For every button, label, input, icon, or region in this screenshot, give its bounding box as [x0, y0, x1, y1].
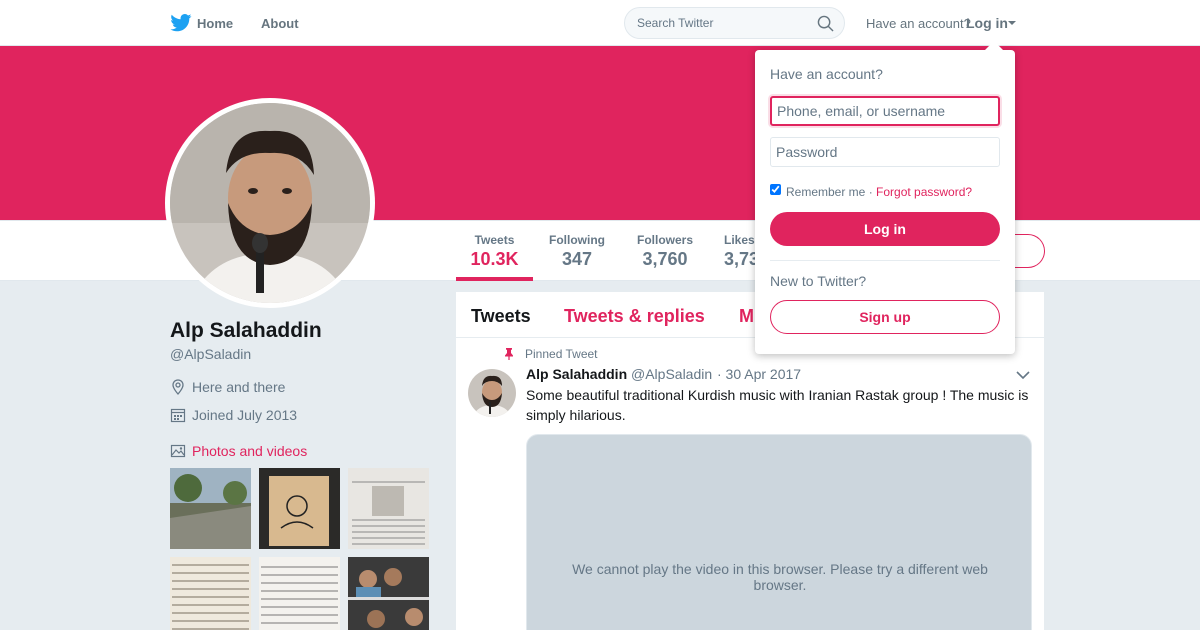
- stat-value: 10.3K: [470, 249, 519, 269]
- search-input[interactable]: Search Twitter: [624, 7, 845, 39]
- stat-label: Following: [549, 233, 605, 247]
- nav-about-link[interactable]: About: [261, 16, 299, 31]
- media-thumbnail[interactable]: [259, 468, 340, 549]
- tweet-author-name[interactable]: Alp Salahaddin: [526, 366, 627, 382]
- stat-value: 347: [561, 249, 593, 269]
- pinned-tweet-label: Pinned Tweet: [525, 347, 598, 361]
- dropdown-title: Have an account?: [770, 66, 883, 82]
- stat-label: Tweets: [474, 233, 515, 247]
- pin-icon: [505, 348, 513, 360]
- login-button[interactable]: Log in: [770, 212, 1000, 246]
- dropdown-arrow: [985, 41, 1003, 50]
- search-placeholder: Search Twitter: [637, 16, 714, 30]
- top-nav: Home About Search Twitter Have an accoun…: [0, 0, 1200, 46]
- username-field[interactable]: [770, 96, 1000, 126]
- location-text: Here and there: [192, 379, 286, 395]
- tab-tweets[interactable]: Tweets: [471, 306, 531, 327]
- new-to-twitter-text: New to Twitter?: [770, 273, 867, 289]
- profile-name[interactable]: Alp Salahaddin: [170, 319, 322, 343]
- active-tab-indicator: [456, 277, 533, 281]
- login-dropdown-toggle[interactable]: Log in: [966, 15, 1008, 31]
- login-dropdown: Have an account? Remember me · Forgot pa…: [755, 50, 1015, 354]
- divider: [770, 260, 1000, 261]
- have-account-text: Have an account?: [866, 16, 971, 31]
- search-icon[interactable]: [817, 15, 834, 32]
- forgot-password-link[interactable]: Forgot password?: [876, 185, 972, 199]
- photos-videos-label: Photos and videos: [192, 443, 308, 459]
- tab-media[interactable]: M: [739, 306, 754, 327]
- media-thumbnail[interactable]: [259, 557, 340, 630]
- remember-me-checkbox[interactable]: [770, 184, 781, 195]
- media-thumbnail[interactable]: [170, 557, 251, 630]
- joined-text: Joined July 2013: [192, 407, 298, 423]
- password-field[interactable]: [770, 137, 1000, 167]
- stat-followers[interactable]: Followers 3,760: [631, 233, 699, 270]
- calendar-icon: [170, 408, 186, 423]
- chevron-down-icon[interactable]: [1008, 21, 1016, 25]
- tweet-video[interactable]: We cannot play the video in this browser…: [526, 434, 1032, 630]
- remember-me-row: Remember me · Forgot password?: [786, 185, 972, 199]
- signup-button[interactable]: Sign up: [770, 300, 1000, 334]
- twitter-bird-icon[interactable]: [170, 14, 192, 32]
- tweet-text: Some beautiful traditional Kurdish music…: [526, 387, 1029, 423]
- media-thumbnail[interactable]: [348, 468, 429, 549]
- stat-value: 3,760: [642, 249, 688, 269]
- tab-tweets-replies[interactable]: Tweets & replies: [564, 306, 705, 327]
- remember-me-label: Remember me ·: [786, 185, 873, 199]
- chevron-down-icon[interactable]: [1016, 370, 1030, 380]
- tweet-author-handle[interactable]: @AlpSaladin: [631, 366, 712, 382]
- image-icon: [170, 444, 186, 458]
- tweet-avatar[interactable]: [468, 369, 516, 417]
- avatar-image: [170, 103, 370, 303]
- stat-tweets[interactable]: Tweets 10.3K: [456, 233, 533, 270]
- tweet-date[interactable]: · 30 Apr 2017: [717, 366, 801, 382]
- media-thumbnail[interactable]: [348, 557, 429, 630]
- media-thumbnail[interactable]: [170, 468, 251, 549]
- profile-handle[interactable]: @AlpSaladin: [170, 346, 251, 362]
- stat-following[interactable]: Following 347: [543, 233, 611, 270]
- profile-avatar[interactable]: [165, 98, 375, 308]
- stat-label: Followers: [636, 233, 693, 247]
- nav-home-link[interactable]: Home: [197, 16, 233, 31]
- video-error-message: We cannot play the video in this browser…: [572, 561, 988, 593]
- location-pin-icon: [172, 379, 184, 395]
